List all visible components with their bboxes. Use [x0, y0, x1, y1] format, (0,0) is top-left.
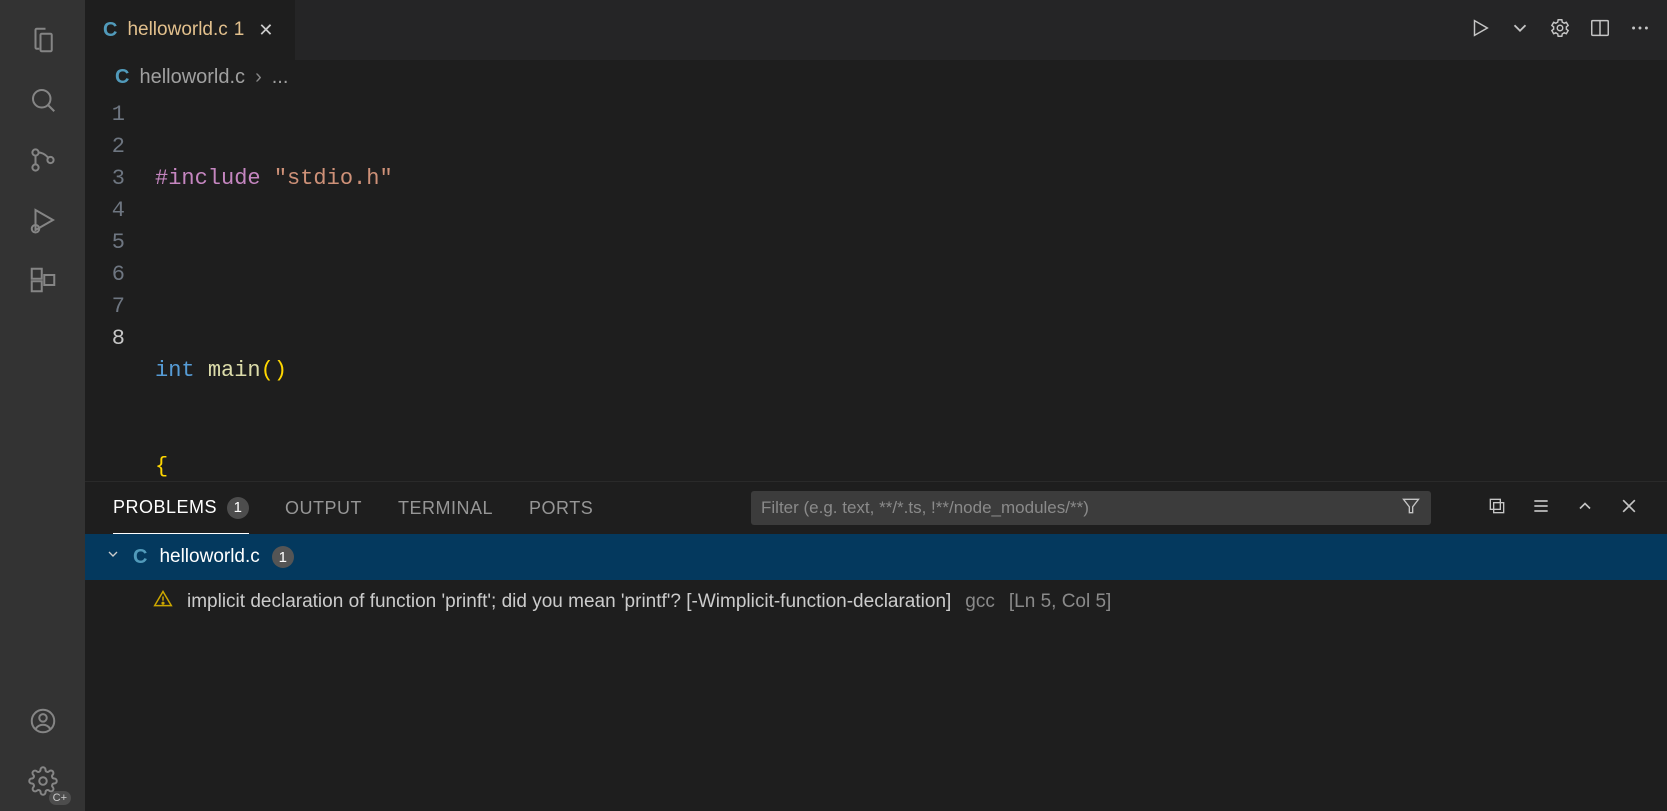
code-editor[interactable]: 1 2 3 4 5 6 7 8 #include "stdio.h" int m…: [85, 95, 1667, 481]
line-gutter: 1 2 3 4 5 6 7 8: [85, 99, 155, 481]
chevron-right-icon: ›: [255, 66, 262, 89]
chevron-down-icon[interactable]: [1509, 17, 1531, 44]
panel-tabs: PROBLEMS 1 OUTPUT TERMINAL PORTS: [85, 482, 1667, 534]
filter-input[interactable]: [761, 498, 1401, 518]
maximize-panel-icon[interactable]: [1575, 496, 1595, 521]
search-icon[interactable]: [0, 70, 85, 130]
problem-file-row[interactable]: C helloworld.c 1: [85, 534, 1667, 580]
settings-gear-icon[interactable]: [0, 751, 85, 811]
problem-source: gcc: [965, 591, 995, 613]
view-as-tree-icon[interactable]: [1531, 496, 1551, 521]
run-debug-icon[interactable]: [0, 190, 85, 250]
editor-tab[interactable]: C helloworld.c 1 ✕: [85, 0, 296, 60]
c-language-icon: C: [115, 66, 129, 89]
gear-icon[interactable]: [1549, 17, 1571, 44]
main-area: C helloworld.c 1 ✕ C helloworld.c › ... …: [85, 0, 1667, 811]
tab-problems[interactable]: PROBLEMS 1: [113, 482, 249, 534]
tab-dirty-indicator: 1: [234, 19, 245, 41]
accounts-icon[interactable]: [0, 691, 85, 751]
extensions-icon[interactable]: [0, 250, 85, 310]
split-editor-icon[interactable]: [1589, 17, 1611, 44]
source-control-icon[interactable]: [0, 130, 85, 190]
file-problem-count: 1: [272, 546, 294, 568]
close-panel-icon[interactable]: [1619, 496, 1639, 521]
warning-icon: [153, 589, 173, 615]
tab-bar: C helloworld.c 1 ✕: [85, 0, 1667, 60]
collapse-all-icon[interactable]: [1487, 496, 1507, 521]
code-content[interactable]: #include "stdio.h" int main() { │ prinft…: [155, 99, 1667, 481]
tab-ports[interactable]: PORTS: [529, 482, 593, 534]
c-language-icon: C: [133, 546, 147, 569]
c-language-icon: C: [103, 19, 117, 42]
editor-actions: [1469, 0, 1667, 60]
problems-count-badge: 1: [227, 497, 249, 519]
explorer-icon[interactable]: [0, 10, 85, 70]
problem-location: [Ln 5, Col 5]: [1009, 591, 1111, 613]
activity-bar: [0, 0, 85, 811]
chevron-down-icon[interactable]: [105, 546, 121, 568]
filter-input-container[interactable]: [751, 491, 1431, 525]
tab-terminal[interactable]: TERMINAL: [398, 482, 493, 534]
tab-output[interactable]: OUTPUT: [285, 482, 362, 534]
run-icon[interactable]: [1469, 17, 1491, 44]
problem-file-name: helloworld.c: [159, 546, 259, 568]
breadcrumb[interactable]: C helloworld.c › ...: [85, 60, 1667, 95]
problems-list: C helloworld.c 1 implicit declaration of…: [85, 534, 1667, 811]
more-icon[interactable]: [1629, 17, 1651, 44]
breadcrumb-file: helloworld.c: [139, 66, 245, 89]
problem-message: implicit declaration of function 'prinft…: [187, 591, 951, 613]
problem-item[interactable]: implicit declaration of function 'prinft…: [85, 580, 1667, 624]
bottom-panel: PROBLEMS 1 OUTPUT TERMINAL PORTS C: [85, 481, 1667, 811]
filter-icon[interactable]: [1401, 496, 1421, 521]
tab-filename: helloworld.c: [127, 19, 227, 41]
breadcrumb-rest: ...: [272, 66, 289, 89]
close-icon[interactable]: ✕: [254, 18, 277, 43]
